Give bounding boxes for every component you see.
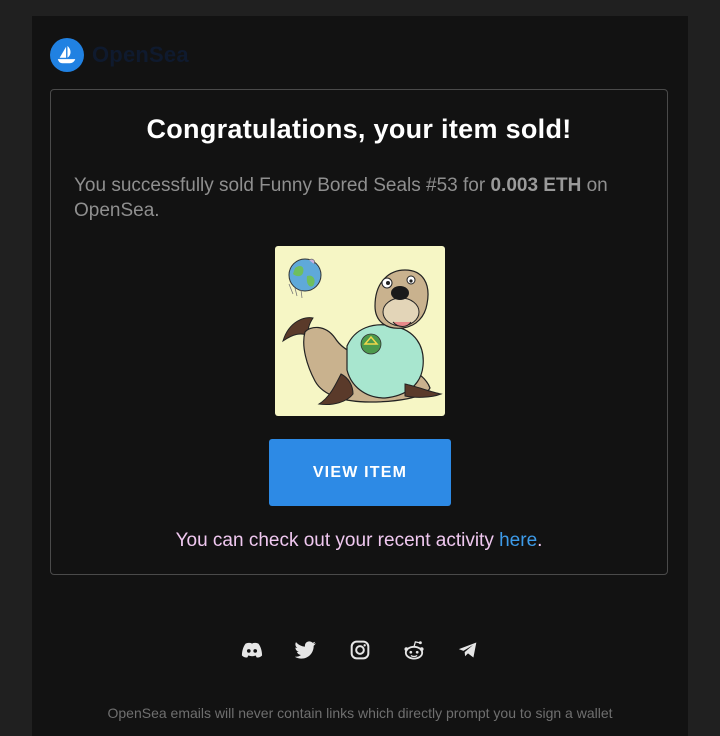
page-title: Congratulations, your item sold! <box>146 114 572 144</box>
telegram-icon[interactable] <box>456 638 480 662</box>
reddit-icon[interactable] <box>402 638 426 662</box>
brand-name: OpenSea <box>92 42 189 67</box>
sale-price: 0.003 ETH <box>490 175 582 196</box>
view-item-button[interactable]: VIEW ITEM <box>269 439 451 506</box>
opensea-logo-icon <box>50 38 84 72</box>
activity-here-link[interactable]: here <box>499 530 537 551</box>
email-body: OpenSea Congratulations, your item sold!… <box>32 16 688 736</box>
discord-icon[interactable] <box>240 638 264 662</box>
nft-image[interactable] <box>275 246 445 416</box>
recent-activity-text: You can check out your recent activity h… <box>51 530 667 552</box>
activity-suffix: . <box>537 530 543 551</box>
activity-prefix: You can check out your recent activity <box>175 530 500 551</box>
sale-message: You successfully sold Funny Bored Seals … <box>74 173 627 223</box>
brand-header[interactable]: OpenSea <box>50 38 189 72</box>
instagram-icon[interactable] <box>348 638 372 662</box>
footer-disclaimer: OpenSea emails will never contain links … <box>107 705 613 721</box>
message-prefix: You successfully sold Funny Bored Seals … <box>74 175 491 196</box>
sale-card: Congratulations, your item sold! You suc… <box>50 89 668 575</box>
social-links <box>32 638 688 662</box>
twitter-icon[interactable] <box>294 638 318 662</box>
